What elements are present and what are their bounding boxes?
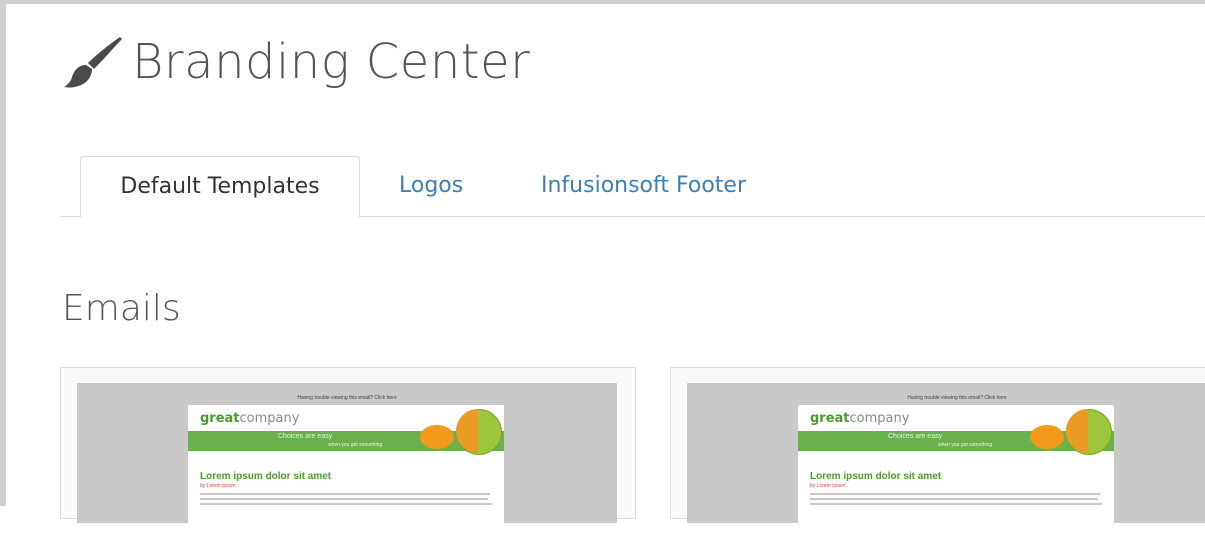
email-template-card[interactable]: Having trouble viewing this email? Click… [60,367,636,535]
template-preview: Having trouble viewing this email? Click… [687,383,1205,535]
template-preview: Having trouble viewing this email? Click… [77,383,617,535]
text-line [810,498,1098,500]
text-line [200,493,490,495]
text-line [810,503,1102,505]
email-body: greatcompany Choices are easy when you g… [188,405,504,535]
email-template-card[interactable]: Having trouble viewing this email? Click… [670,367,1205,535]
page-title: Branding Center [132,34,531,90]
email-subline: by Lorem ipsum [200,483,236,489]
page-header: Branding Center [62,32,530,92]
text-line [200,503,492,505]
text-line [200,498,488,500]
text-line [810,493,1100,495]
preview-top-note: Having trouble viewing this email? Click… [907,395,1007,401]
tab-default-templates[interactable]: Default Templates [80,156,360,218]
banner-subtext: when you get something [938,442,993,448]
email-headline: Lorem ipsum dolor sit amet [810,471,942,482]
tab-bar: Default Templates Logos Infusionsoft Foo… [60,156,1205,218]
logo: greatcompany [200,411,300,426]
section-title-emails: Emails [62,288,181,329]
email-subline: by Lorem ipsum [810,483,846,489]
banner-text: Choices are easy [888,433,943,440]
orange-image [1030,425,1064,449]
tab-logos[interactable]: Logos [399,156,463,215]
logo: greatcompany [810,411,910,426]
tab-infusionsoft-footer[interactable]: Infusionsoft Footer [541,156,746,215]
orange-image [420,425,454,449]
preview-top-note: Having trouble viewing this email? Click… [297,395,397,401]
banner-subtext: when you get something [328,442,383,448]
brush-icon [64,37,122,88]
email-headline: Lorem ipsum dolor sit amet [200,471,332,482]
banner-text: Choices are easy [278,433,333,440]
email-body: greatcompany Choices are easy when you g… [798,405,1114,535]
